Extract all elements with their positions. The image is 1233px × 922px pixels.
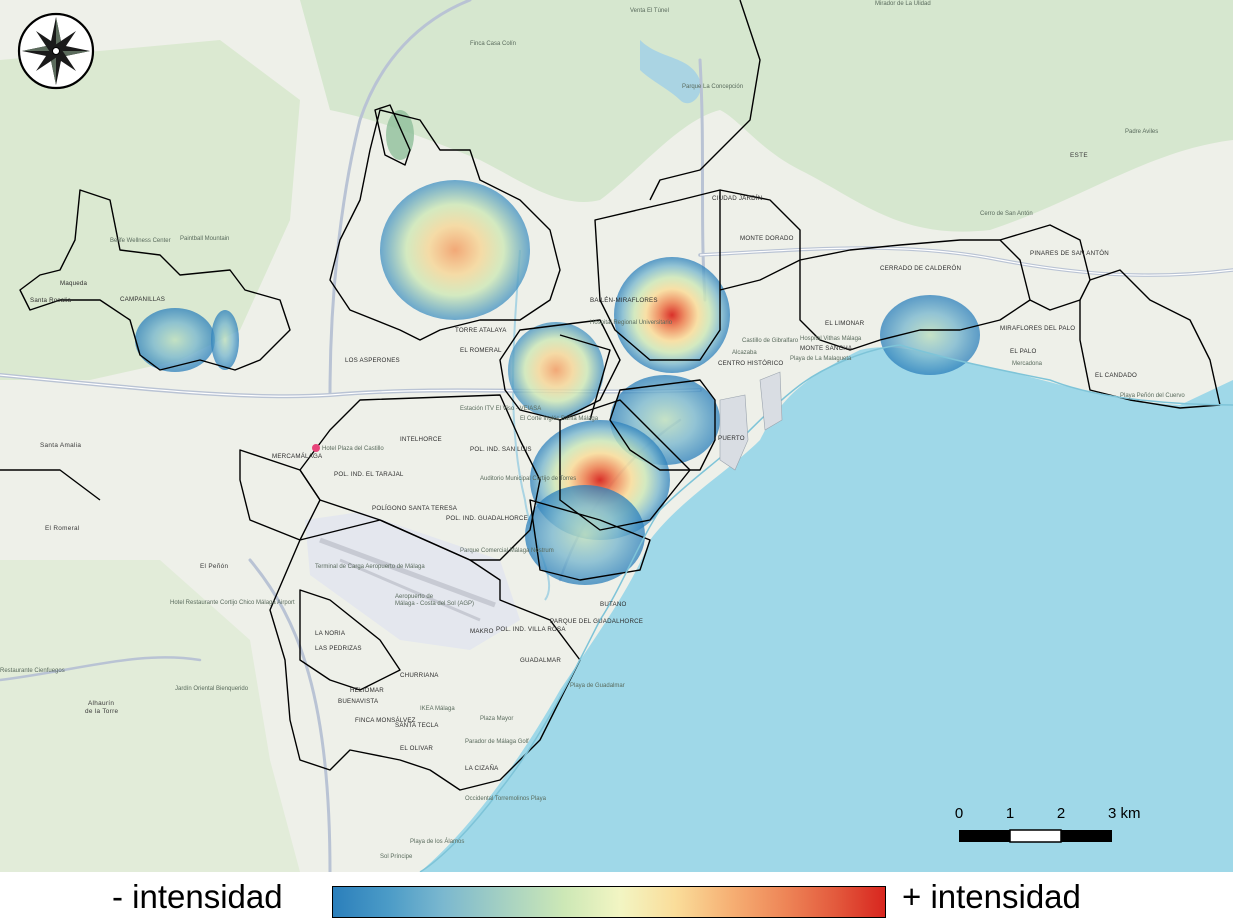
- svg-text:Alhaurín: Alhaurín: [88, 700, 114, 707]
- svg-text:BUENAVISTA: BUENAVISTA: [338, 698, 379, 705]
- svg-text:Cerro de San Antón: Cerro de San Antón: [980, 211, 1033, 217]
- svg-text:LA NORIA: LA NORIA: [315, 630, 346, 637]
- svg-text:IKEA Málaga: IKEA Málaga: [420, 706, 455, 712]
- svg-text:POL. IND. SAN LUIS: POL. IND. SAN LUIS: [470, 446, 532, 453]
- scale-tick-2: 2: [1057, 805, 1065, 822]
- legend-color-ramp: [332, 886, 886, 918]
- svg-text:SANTA TECLA: SANTA TECLA: [395, 722, 439, 729]
- sea: [420, 347, 1233, 872]
- heatmap-legend: - intensidad + intensidad: [0, 872, 1233, 922]
- heat-spot-cruz-humilladero: [508, 322, 604, 418]
- svg-text:Maqueda: Maqueda: [60, 280, 88, 287]
- svg-text:EL OLIVAR: EL OLIVAR: [400, 745, 433, 752]
- svg-text:El Peñón: El Peñón: [200, 563, 228, 570]
- svg-text:POL. IND. EL TARAJAL: POL. IND. EL TARAJAL: [334, 471, 404, 478]
- svg-text:Padre Aviles: Padre Aviles: [1125, 129, 1158, 135]
- svg-text:PUERTO: PUERTO: [718, 435, 745, 442]
- svg-text:Mirador de La Ulidad: Mirador de La Ulidad: [875, 1, 931, 7]
- svg-text:Paintball Mountain: Paintball Mountain: [180, 236, 229, 242]
- svg-text:de la Torre: de la Torre: [85, 708, 119, 715]
- heat-spot-teatinos: [380, 180, 530, 320]
- svg-text:POL. IND. GUADALHORCE: POL. IND. GUADALHORCE: [446, 515, 528, 522]
- scale-bar-segment-0-1: [959, 830, 1010, 842]
- svg-text:Alcazaba: Alcazaba: [732, 350, 757, 356]
- svg-text:TORRE ATALAYA: TORRE ATALAYA: [455, 327, 507, 334]
- map-canvas[interactable]: CAMPANILLAS Maqueda Santa Rosalia LOS AS…: [0, 0, 1233, 873]
- svg-text:EL PALO: EL PALO: [1010, 348, 1037, 355]
- heat-spot-el-palo: [880, 295, 980, 375]
- svg-text:Playa de los Álamos: Playa de los Álamos: [410, 838, 464, 845]
- svg-text:Hotel Plaza del Castillo: Hotel Plaza del Castillo: [322, 446, 384, 452]
- scale-tick-1: 1: [1006, 805, 1014, 822]
- svg-text:MERCAMÁLAGA: MERCAMÁLAGA: [272, 453, 323, 460]
- svg-text:Occidental Torremolinos Playa: Occidental Torremolinos Playa: [465, 796, 547, 802]
- svg-text:Jardín Oriental Bienquerido: Jardín Oriental Bienquerido: [175, 686, 249, 692]
- svg-text:CERRADO DE CALDERÓN: CERRADO DE CALDERÓN: [880, 265, 961, 272]
- svg-text:Santa Rosalia: Santa Rosalia: [30, 297, 71, 304]
- svg-text:EL CANDADO: EL CANDADO: [1095, 372, 1137, 379]
- svg-text:Málaga - Costa del Sol (AGP): Málaga - Costa del Sol (AGP): [395, 601, 474, 607]
- svg-text:Parque La Concepción: Parque La Concepción: [682, 84, 743, 90]
- svg-text:Playa de Guadalmar: Playa de Guadalmar: [570, 683, 625, 689]
- svg-text:PARQUE DEL GUADALHORCE: PARQUE DEL GUADALHORCE: [550, 618, 643, 625]
- svg-text:LOS ASPERONES: LOS ASPERONES: [345, 357, 400, 364]
- svg-text:LA CIZAÑA: LA CIZAÑA: [465, 765, 499, 772]
- svg-text:MIRAFLORES DEL PALO: MIRAFLORES DEL PALO: [1000, 325, 1075, 332]
- scale-tick-0: 0: [955, 805, 963, 822]
- svg-text:Parque Comercial Málaga Nostru: Parque Comercial Málaga Nostrum: [460, 548, 554, 554]
- svg-text:Estación ITV El Viso - VEIASA: Estación ITV El Viso - VEIASA: [460, 406, 541, 412]
- svg-text:Playa de La Malagueta: Playa de La Malagueta: [790, 356, 852, 362]
- svg-text:Santa Amalia: Santa Amalia: [40, 442, 81, 449]
- svg-text:INTELHORCE: INTELHORCE: [400, 436, 442, 443]
- svg-text:CAMPANILLAS: CAMPANILLAS: [120, 296, 165, 303]
- svg-text:Parador de Málaga Golf: Parador de Málaga Golf: [465, 739, 529, 745]
- north-arrow-compass-rose: [17, 12, 95, 90]
- svg-text:Sol Príncipe: Sol Príncipe: [380, 854, 413, 860]
- svg-text:POLÍGONO SANTA TERESA: POLÍGONO SANTA TERESA: [372, 505, 458, 512]
- svg-text:Hotel Restaurante Cortijo Chic: Hotel Restaurante Cortijo Chico Málaga A…: [170, 600, 295, 606]
- svg-text:Plaza Mayor: Plaza Mayor: [480, 716, 513, 722]
- svg-text:CENTRO HISTÓRICO: CENTRO HISTÓRICO: [718, 360, 783, 367]
- svg-text:POL. IND. VILLA ROSA: POL. IND. VILLA ROSA: [496, 626, 566, 633]
- svg-text:LAS PEDRIZAS: LAS PEDRIZAS: [315, 645, 362, 652]
- svg-text:El Corte Inglés Bahía Málaga: El Corte Inglés Bahía Málaga: [520, 416, 599, 422]
- svg-text:MONTE DORADO: MONTE DORADO: [740, 235, 794, 242]
- heat-spot-campanillas-east: [211, 310, 239, 370]
- scale-tick-3: 3 km: [1108, 805, 1141, 822]
- svg-text:Finca Casa Colín: Finca Casa Colín: [470, 41, 516, 47]
- svg-text:Venta El Túnel: Venta El Túnel: [630, 8, 669, 14]
- svg-text:ESTE: ESTE: [1070, 152, 1088, 159]
- svg-text:EL ROMERAL: EL ROMERAL: [460, 347, 502, 354]
- vegetation-southwest: [0, 560, 300, 872]
- legend-max-label: + intensidad: [902, 878, 1081, 915]
- svg-text:GUADALMAR: GUADALMAR: [520, 657, 561, 664]
- svg-text:Hospital Vithas Málaga: Hospital Vithas Málaga: [800, 336, 862, 342]
- legend-min-label: - intensidad: [112, 878, 283, 915]
- svg-text:Castillo de Gibralfaro: Castillo de Gibralfaro: [742, 338, 799, 344]
- scale-bar-segment-1-2: [1009, 829, 1062, 843]
- svg-text:MAKRO: MAKRO: [470, 628, 494, 635]
- svg-text:CIUDAD JARDÍN: CIUDAD JARDÍN: [712, 195, 762, 202]
- svg-text:CHURRIANA: CHURRIANA: [400, 672, 439, 679]
- svg-text:PINARES DE SAN ANTÓN: PINARES DE SAN ANTÓN: [1030, 250, 1109, 257]
- scale-bar-segment-2-3: [1061, 830, 1112, 842]
- svg-text:Hospital Regional Universitari: Hospital Regional Universitario: [590, 320, 673, 326]
- svg-text:Belife Wellness Center: Belife Wellness Center: [110, 238, 171, 244]
- svg-text:Terminal de Carga Aeropuerto d: Terminal de Carga Aeropuerto de Málaga: [315, 564, 425, 570]
- svg-text:El Romeral: El Romeral: [45, 525, 80, 532]
- svg-text:Playa Peñón del Cuervo: Playa Peñón del Cuervo: [1120, 393, 1185, 399]
- svg-text:HELIOMAR: HELIOMAR: [350, 687, 384, 694]
- svg-text:EL LIMONAR: EL LIMONAR: [825, 320, 865, 327]
- svg-text:BUTANO: BUTANO: [600, 601, 627, 608]
- svg-text:Aeropuerto de: Aeropuerto de: [395, 594, 434, 600]
- heat-spot-centro-norte: [614, 257, 730, 373]
- svg-text:Mercadona: Mercadona: [1012, 361, 1043, 367]
- heat-spot-campanillas: [135, 308, 215, 372]
- svg-text:BAILÉN-MIRAFLORES: BAILÉN-MIRAFLORES: [590, 297, 658, 304]
- svg-text:Restaurante Cienfuegos: Restaurante Cienfuegos: [0, 668, 65, 674]
- svg-text:Auditorio Municipal Cortijo de: Auditorio Municipal Cortijo de Torres: [480, 476, 576, 482]
- svg-text:MONTE SANCHA: MONTE SANCHA: [800, 345, 853, 352]
